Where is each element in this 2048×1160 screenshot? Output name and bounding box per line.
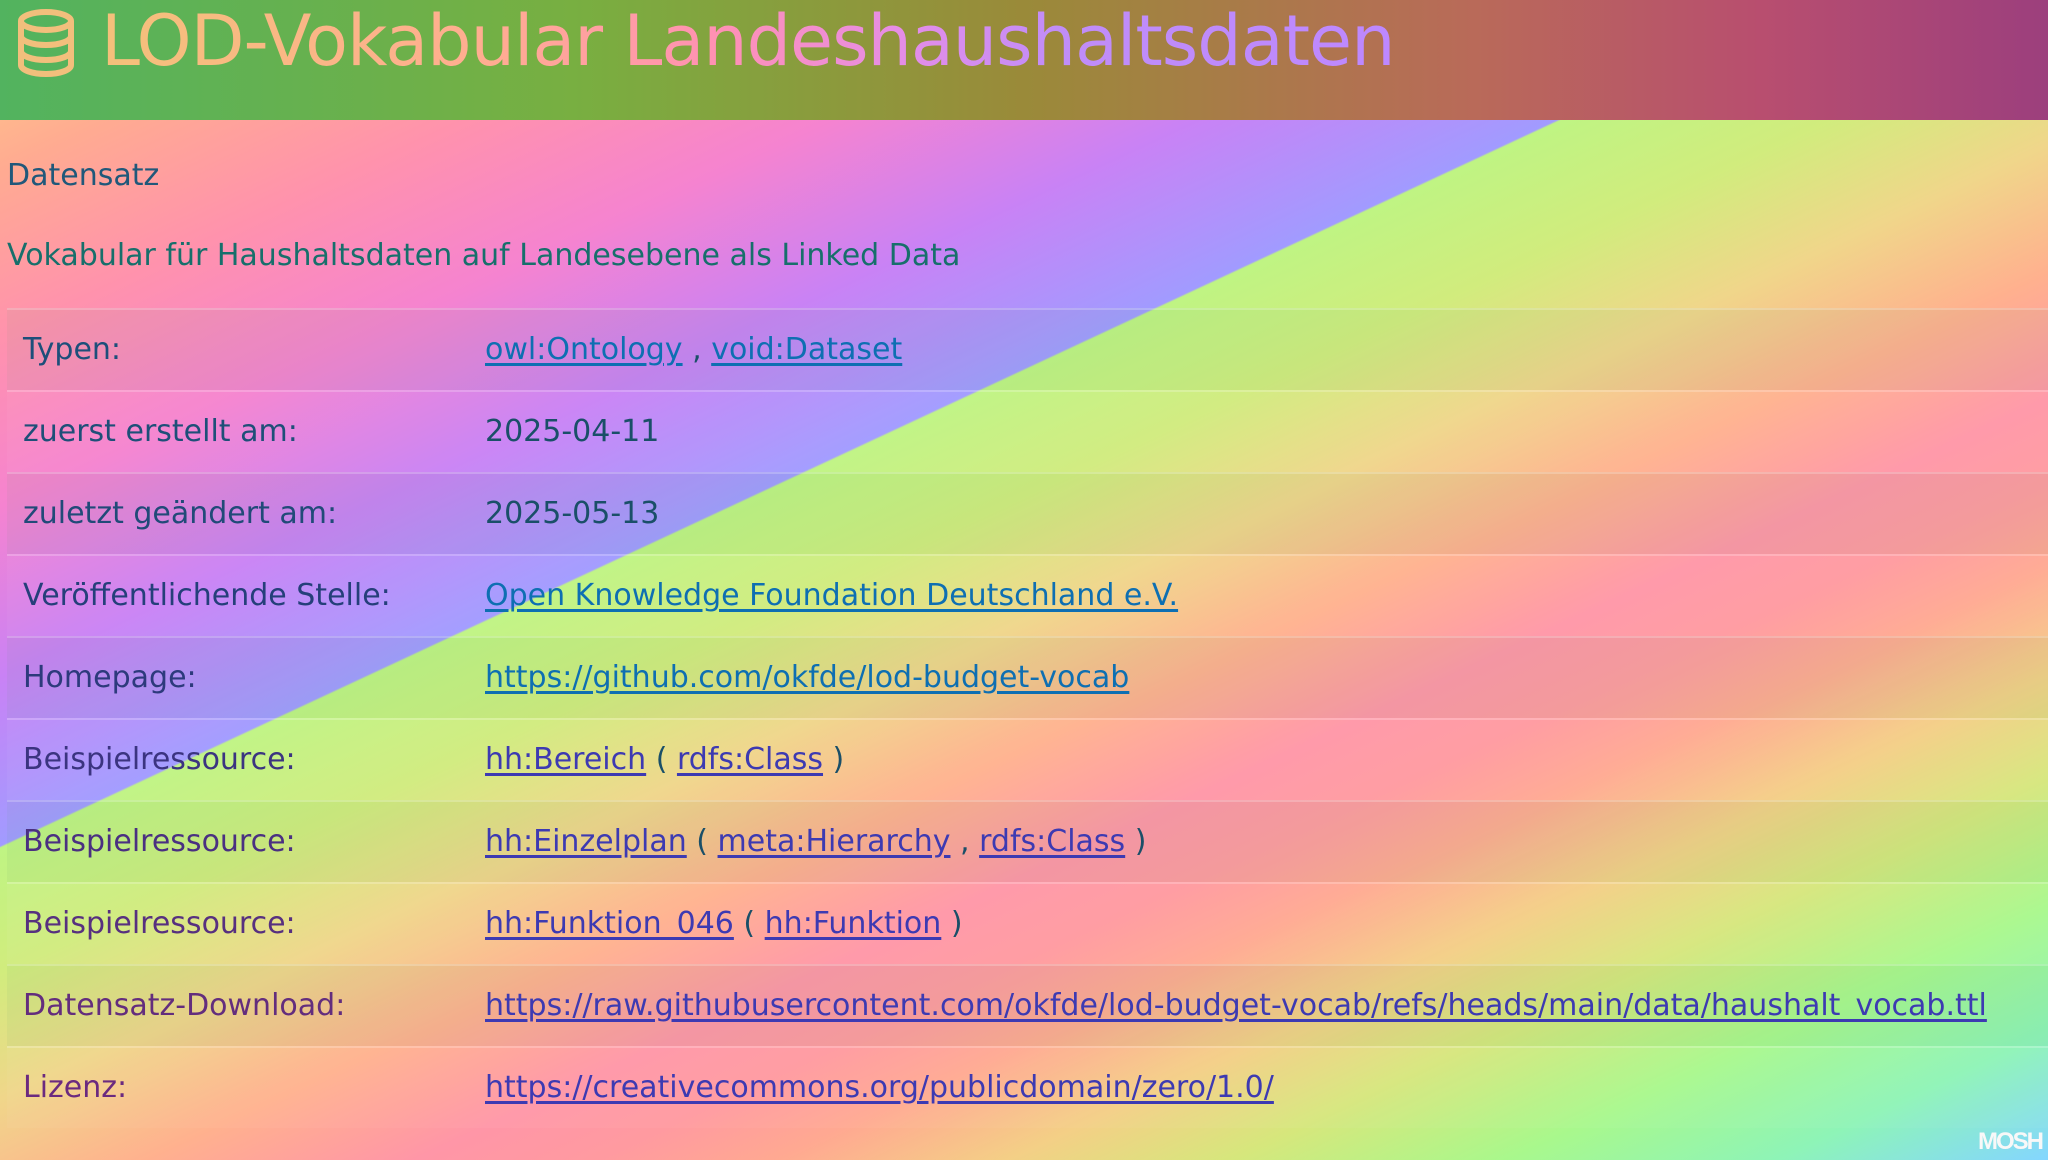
- value-link[interactable]: https://creativecommons.org/publicdomain…: [485, 1070, 1274, 1105]
- row-value: hh:Bereich ( rdfs:Class ): [485, 740, 844, 780]
- metadata-table: Typen: owl:Ontology , void:Dataset zuerst …: [7, 308, 2048, 1128]
- value-link[interactable]: hh:Funktion: [765, 906, 942, 941]
- value-text: ): [941, 906, 963, 941]
- table-row: Lizenz: https://creativecommons.org/publi…: [7, 1046, 2048, 1128]
- value-link[interactable]: void:Dataset: [711, 332, 902, 367]
- value-text: (: [733, 906, 765, 941]
- value-text: ,: [682, 332, 712, 367]
- watermark: MOSH: [1978, 1128, 2044, 1155]
- table-row: Datensatz-Download: https://raw.githubuse…: [7, 964, 2048, 1046]
- row-label: Beispielressource:: [23, 742, 296, 777]
- row-value: 2025-05-13: [485, 494, 659, 534]
- value-text: 2025-05-13: [485, 496, 660, 531]
- dataset-kind: Datensatz: [7, 158, 160, 193]
- row-label: Lizenz:: [23, 1070, 128, 1105]
- value-text: ): [823, 742, 845, 777]
- value-text: (: [646, 742, 677, 777]
- value-link[interactable]: Open Knowledge Foundation Deutschland e.…: [485, 578, 1178, 613]
- value-link[interactable]: meta:Hierarchy: [718, 824, 951, 859]
- table-row: zuletzt geändert am: 2025-05-13: [7, 472, 2048, 554]
- table-row: Veröffentlichende Stelle: Open Knowledge …: [7, 554, 2048, 636]
- row-label: zuerst erstellt am:: [23, 414, 298, 449]
- value-link[interactable]: https://raw.githubusercontent.com/okfde/…: [485, 988, 1987, 1023]
- row-label: zuletzt geändert am:: [23, 496, 338, 531]
- row-value: hh:Funktion_046 ( hh:Funktion ): [485, 904, 963, 944]
- value-link[interactable]: owl:Ontology: [485, 332, 683, 367]
- table-row: Homepage: https://github.com/okfde/lod-bu…: [7, 636, 2048, 718]
- value-text: ,: [950, 824, 980, 859]
- row-value: https://creativecommons.org/publicdomain…: [485, 1068, 1274, 1108]
- row-value: https://github.com/okfde/lod-budget-voca…: [485, 658, 1129, 698]
- table-row: Beispielressource: hh:Funktion_046 ( hh:F…: [7, 882, 2048, 964]
- row-label: Homepage:: [23, 660, 197, 695]
- row-value: Open Knowledge Foundation Deutschland e.…: [485, 576, 1178, 616]
- dataset-description: Vokabular für Haushaltsdaten auf Landese…: [7, 238, 961, 273]
- row-label: Datensatz-Download:: [23, 988, 346, 1023]
- value-link[interactable]: hh:Funktion_046: [485, 906, 734, 941]
- app-header: LOD-Vokabular Landeshaushaltsdaten: [0, 0, 2048, 120]
- value-link[interactable]: hh:Bereich: [485, 742, 646, 777]
- value-text: 2025-04-11: [485, 414, 660, 449]
- value-link[interactable]: rdfs:Class: [979, 824, 1125, 859]
- table-row: Beispielressource: hh:Bereich ( rdfs:Clas…: [7, 718, 2048, 800]
- table-row: Beispielressource: hh:Einzelplan ( meta:H…: [7, 800, 2048, 882]
- row-value: https://raw.githubusercontent.com/okfde/…: [485, 986, 1987, 1026]
- value-text: (: [686, 824, 718, 859]
- value-text: ): [1125, 824, 1147, 859]
- main-content: Datensatz Vokabular für Haushaltsdaten a…: [0, 120, 2048, 1160]
- row-value: 2025-04-11: [485, 412, 659, 452]
- value-link[interactable]: hh:Einzelplan: [485, 824, 687, 859]
- database-icon: [16, 8, 76, 78]
- value-link[interactable]: https://github.com/okfde/lod-budget-voca…: [485, 660, 1129, 695]
- row-label: Veröffentlichende Stelle:: [23, 578, 391, 613]
- row-label: Beispielressource:: [23, 906, 296, 941]
- row-label: Beispielressource:: [23, 824, 296, 859]
- table-row: zuerst erstellt am: 2025-04-11: [7, 390, 2048, 472]
- value-link[interactable]: rdfs:Class: [677, 742, 823, 777]
- row-label: Typen:: [23, 332, 122, 367]
- row-value: hh:Einzelplan ( meta:Hierarchy , rdfs:Cl…: [485, 822, 1146, 862]
- row-value: owl:Ontology , void:Dataset: [485, 330, 902, 370]
- table-row: Typen: owl:Ontology , void:Dataset: [7, 308, 2048, 390]
- page-title: LOD-Vokabular Landeshaushaltsdaten: [101, 0, 1395, 82]
